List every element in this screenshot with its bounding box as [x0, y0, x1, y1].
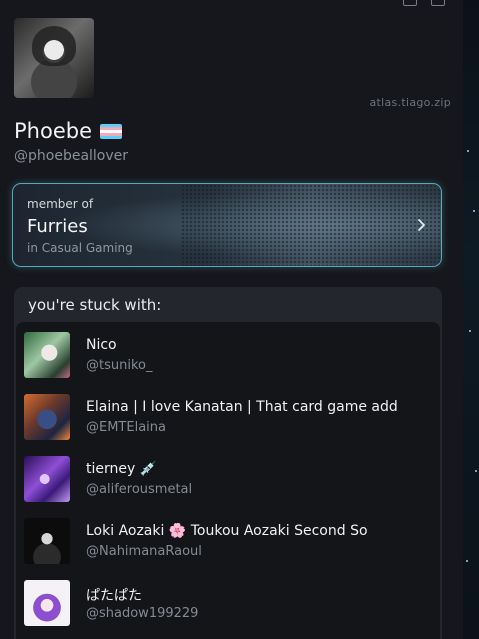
user-handle: @EMTElaina [86, 420, 166, 435]
stuck-with-section: you're stuck with: Nico @tsuniko_ Elaina… [14, 287, 442, 639]
chevron-right-icon [418, 219, 425, 231]
name-row: Phoebe [14, 119, 122, 143]
member-of-card[interactable]: member of Furries in Casual Gaming [12, 183, 442, 267]
transgender-flag-icon [100, 123, 122, 139]
group-name: Furries [27, 216, 88, 237]
star [475, 470, 477, 472]
close-icon[interactable] [431, 0, 445, 6]
user-list: Nico @tsuniko_ Elaina | I love Kanatan |… [16, 322, 440, 639]
user-name: Loki Aozaki 🌸 Toukou Aozaki Second So [86, 523, 368, 539]
user-name: ぱたぱた [86, 588, 142, 604]
star [469, 330, 471, 332]
profile-panel: atlas.tiago.zip Phoebe @phoebeallover me… [0, 0, 463, 639]
star [466, 560, 468, 562]
group-context: in Casual Gaming [27, 241, 133, 255]
star [467, 150, 469, 152]
site-label: atlas.tiago.zip [369, 96, 451, 109]
user-row[interactable]: tierney 💉 @aliferousmetal [16, 448, 440, 506]
user-handle: @aliferousmetal [86, 482, 193, 497]
member-of-label: member of [27, 197, 94, 211]
user-handle: @NahimanaRaoul [86, 544, 202, 559]
user-avatar [24, 518, 70, 564]
starfield-background [463, 0, 479, 639]
window-controls [403, 0, 445, 6]
user-row[interactable]: Elaina | I love Kanatan | That card game… [16, 386, 440, 444]
user-row[interactable]: Loki Aozaki 🌸 Toukou Aozaki Second So @N… [16, 510, 440, 568]
user-avatar [24, 332, 70, 378]
user-handle: @tsuniko_ [86, 358, 153, 373]
user-name: tierney 💉 [86, 461, 158, 477]
user-row[interactable]: Nico @tsuniko_ [16, 324, 440, 382]
display-name: Phoebe [14, 119, 92, 143]
user-avatar [24, 456, 70, 502]
user-handle: @shadow199229 [86, 606, 199, 621]
section-title: you're stuck with: [28, 296, 162, 314]
avatar[interactable] [14, 18, 94, 98]
minimize-icon[interactable] [403, 0, 417, 6]
user-handle: @phoebeallover [14, 148, 129, 164]
user-name: Nico [86, 337, 117, 353]
user-name: Elaina | I love Kanatan | That card game… [86, 399, 398, 415]
user-avatar [24, 580, 70, 626]
user-row[interactable]: ぱたぱた @shadow199229 [16, 572, 440, 630]
user-avatar [24, 394, 70, 440]
star [473, 210, 475, 212]
